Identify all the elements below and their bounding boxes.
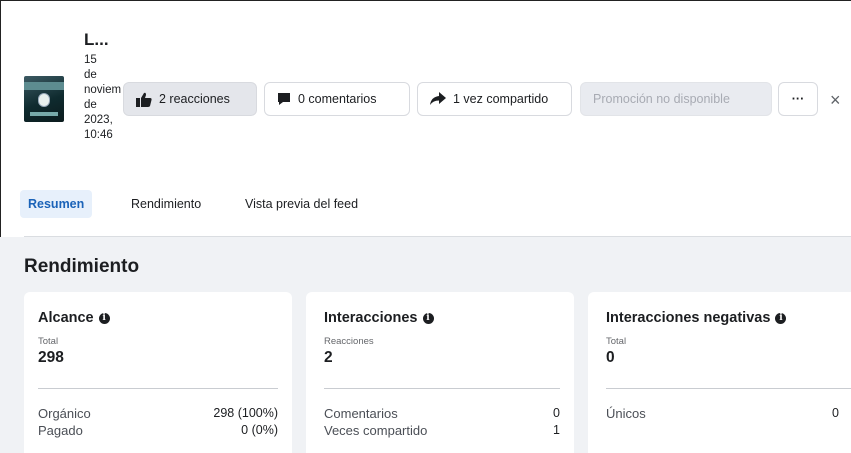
comment-icon	[278, 93, 290, 105]
tab-vista-previa[interactable]: Vista previa del feed	[237, 190, 366, 218]
share-arrow-icon	[430, 92, 446, 105]
info-icon[interactable]: i	[98, 312, 110, 324]
post-date: 15 de noviem de 2023, 10:46	[84, 54, 122, 141]
card-divider	[606, 388, 851, 389]
promotion-button: Promoción no disponible	[580, 82, 772, 116]
reach-row-organic: Orgánico 298 (100%)	[38, 406, 278, 421]
negative-card-title: Interacciones negativas i	[606, 310, 787, 326]
shares-label: 1 vez compartido	[453, 92, 549, 106]
interactions-sub: Reacciones	[324, 336, 374, 347]
more-options-icon: ···	[791, 92, 805, 106]
interactions-value: 2	[324, 349, 333, 366]
card-divider	[38, 388, 278, 389]
post-thumbnail[interactable]	[24, 76, 64, 122]
close-icon[interactable]: ×	[830, 90, 841, 111]
reach-value: 298	[38, 349, 64, 366]
negative-value: 0	[606, 349, 615, 366]
card-divider	[324, 388, 560, 389]
post-title: L...	[84, 30, 109, 49]
thumbs-up-icon	[136, 92, 152, 107]
reach-card: Alcance i Total 298 Orgánico 298 (100%) …	[24, 292, 292, 453]
negative-row-unique: Únicos 0	[606, 406, 839, 421]
comments-label: 0 comentarios	[298, 92, 377, 106]
interactions-row-comments: Comentarios 0	[324, 406, 560, 421]
interactions-card: Interacciones i Reacciones 2 Comentarios…	[306, 292, 574, 453]
section-title: Rendimiento	[24, 256, 140, 277]
reactions-button[interactable]: 2 reacciones	[123, 82, 257, 116]
shares-button[interactable]: 1 vez compartido	[417, 82, 572, 116]
reactions-label: 2 reacciones	[159, 92, 230, 106]
reach-row-paid: Pagado 0 (0%)	[38, 423, 278, 438]
tab-resumen[interactable]: Resumen	[20, 190, 93, 218]
negative-sub: Total	[606, 336, 627, 347]
info-icon[interactable]: i	[422, 312, 434, 324]
interactions-card-title: Interacciones i	[324, 310, 434, 326]
promotion-label: Promoción no disponible	[593, 92, 730, 106]
interactions-row-shares: Veces compartido 1	[324, 423, 560, 438]
tab-rendimiento[interactable]: Rendimiento	[123, 190, 209, 218]
info-icon[interactable]: i	[775, 312, 787, 324]
more-options-button[interactable]: ···	[778, 82, 818, 116]
negative-interactions-card: Interacciones negativas i Total 0 Únicos…	[588, 292, 851, 453]
reach-card-title: Alcance i	[38, 310, 110, 326]
reach-sub: Total	[38, 336, 59, 347]
comments-button[interactable]: 0 comentarios	[264, 82, 410, 116]
